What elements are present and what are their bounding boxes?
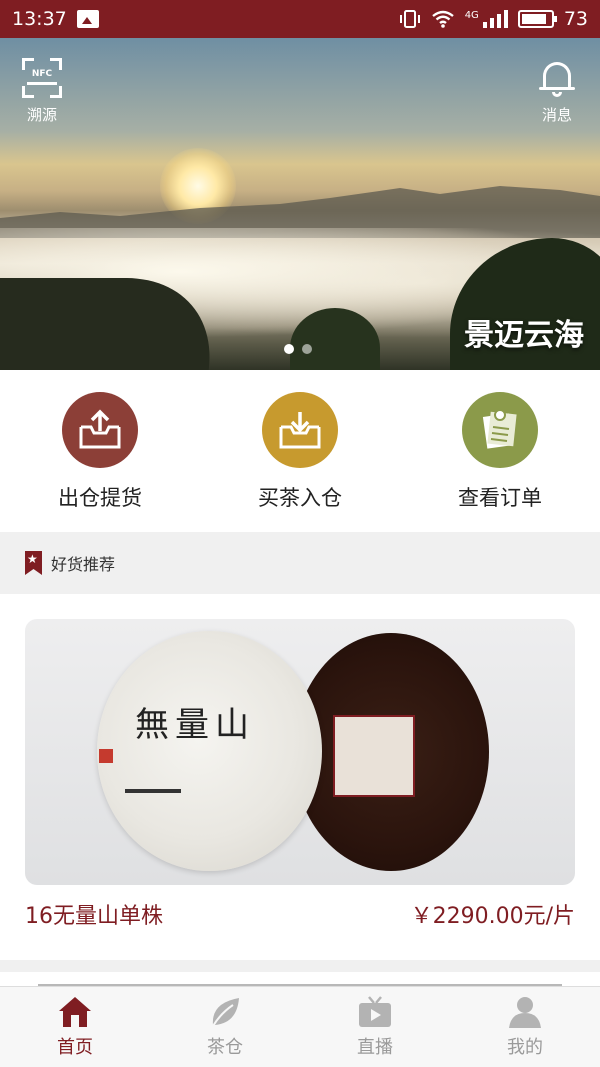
battery-icon [517, 10, 557, 28]
status-bar: 13:37 4G 73 [0, 0, 600, 38]
bottom-navigation: 首页 茶仓 直播 我的 [0, 986, 600, 1067]
nav-label: 我的 [507, 1037, 543, 1058]
nfc-text: NFC [31, 69, 53, 79]
tea-cake-text: 無量山 [135, 705, 255, 745]
action-buy-tea-store[interactable]: 买茶入仓 [210, 392, 390, 512]
status-time: 13:37 [12, 8, 67, 30]
divider [0, 960, 600, 972]
message-button[interactable]: 消息 [538, 58, 576, 125]
section-title: 好货推荐 [51, 555, 116, 574]
nav-profile[interactable]: 我的 [450, 987, 600, 1067]
section-header-recommend: 好货推荐 [0, 532, 600, 594]
trace-button[interactable]: NFC 溯源 [22, 58, 62, 125]
nav-label: 茶仓 [207, 1037, 243, 1058]
nav-label: 首页 [57, 1037, 93, 1058]
carousel-dot[interactable] [284, 344, 294, 354]
nav-label: 直播 [357, 1037, 393, 1058]
vibrate-icon [399, 10, 420, 28]
carousel-indicator [284, 344, 312, 354]
leaf-icon [212, 998, 239, 1027]
user-icon [509, 997, 541, 1028]
tv-play-icon [359, 996, 391, 1027]
bookmark-star-icon [25, 551, 42, 575]
bell-icon [538, 58, 576, 98]
image-notification-icon [76, 10, 99, 28]
message-label: 消息 [541, 106, 572, 124]
nfc-scan-icon: NFC [22, 58, 62, 98]
trace-label: 溯源 [26, 106, 57, 124]
box-in-icon [262, 392, 338, 468]
nav-tea-warehouse[interactable]: 茶仓 [150, 987, 300, 1067]
carousel-dot[interactable] [302, 344, 312, 354]
signal-icon [482, 10, 508, 28]
tea-cake-wrapped [97, 631, 322, 871]
product-card[interactable]: 無量山 16无量山单株 ￥2290.00元/片 [0, 594, 600, 960]
house-drawing [125, 789, 181, 817]
product-name[interactable]: 16无量山单株 [25, 898, 163, 930]
action-label: 出仓提货 [58, 486, 142, 510]
nav-live[interactable]: 直播 [300, 987, 450, 1067]
order-list-icon [462, 392, 538, 468]
battery-level: 73 [563, 8, 588, 30]
action-label: 买茶入仓 [258, 486, 342, 510]
next-product-card-partial[interactable] [0, 972, 600, 986]
box-out-icon [62, 392, 138, 468]
hero-banner[interactable]: NFC 溯源 消息 景迈云海 [0, 38, 600, 370]
product-price: ￥2290.00元/片 [410, 904, 575, 929]
home-icon [59, 997, 91, 1027]
product-image[interactable]: 無量山 [25, 619, 575, 885]
nav-home[interactable]: 首页 [0, 987, 150, 1067]
quick-actions: 出仓提货 买茶入仓 查看订单 [0, 370, 600, 532]
tea-cake-label [333, 715, 415, 797]
product-info: 16无量山单株 ￥2290.00元/片 [25, 898, 575, 930]
banner-caption: 景迈云海 [464, 318, 584, 353]
action-view-orders[interactable]: 查看订单 [410, 392, 590, 512]
wifi-icon [431, 10, 454, 28]
action-label: 查看订单 [458, 486, 542, 510]
network-type: 4G [464, 10, 479, 21]
action-checkout-goods[interactable]: 出仓提货 [10, 392, 190, 512]
red-seal [99, 749, 113, 763]
